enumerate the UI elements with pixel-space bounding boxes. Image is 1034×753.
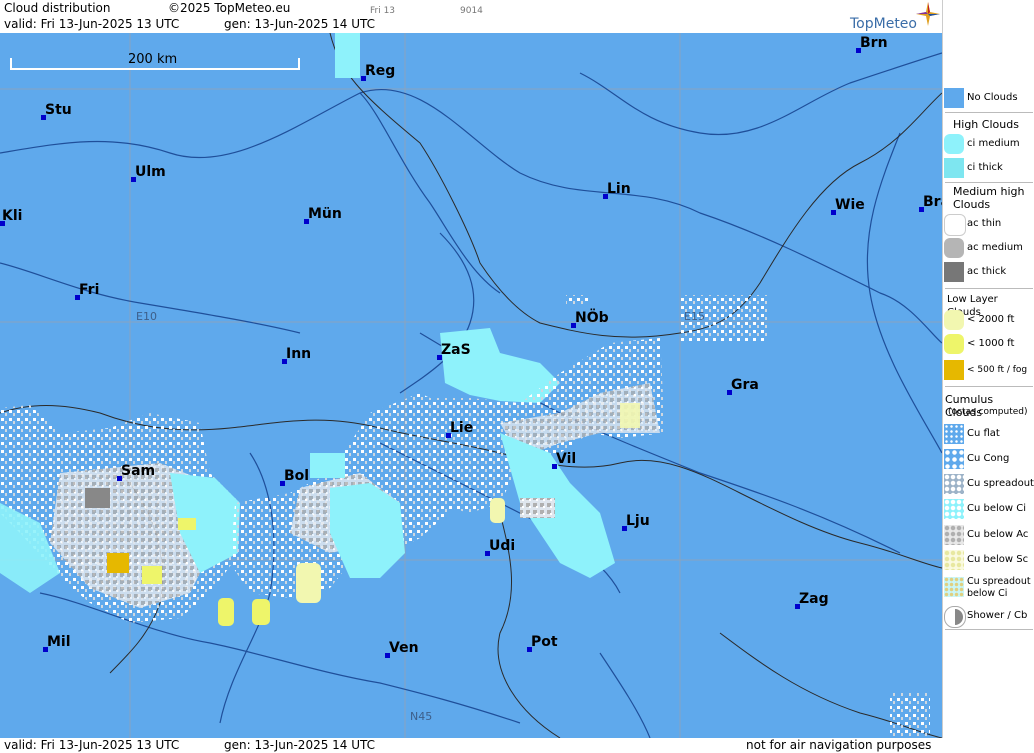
legend-ac-thick: ac thick <box>943 260 1034 284</box>
shower-cb-icon <box>944 606 966 628</box>
valid-time: valid: Fri 13-Jun-2025 13 UTC <box>4 17 180 31</box>
day-label: Fri 13 <box>370 6 396 16</box>
legend-ci-medium: ci medium <box>943 132 1034 156</box>
legend-mid-head: Medium high Clouds <box>953 185 1025 211</box>
fog-patch <box>107 553 129 573</box>
legend-cu-flat: Cu flat <box>943 422 1034 446</box>
footer-disclaimer: not for air navigation purposes <box>746 738 932 752</box>
header-bar: Cloud distribution ©2025 TopMeteo.eu Fri… <box>0 0 942 33</box>
legend-low-1000: < 1000 ft <box>943 332 1034 356</box>
grid-label-e15: E15 <box>684 310 705 323</box>
map-title: Cloud distribution <box>4 1 111 15</box>
grid-label-n45: N45 <box>410 710 433 723</box>
footer-bar: valid: Fri 13-Jun-2025 13 UTC gen: 13-Ju… <box>0 738 1034 753</box>
legend-cu-cong: Cu Cong <box>943 447 1034 471</box>
map-graphics <box>0 33 942 738</box>
legend-divider <box>945 629 1033 630</box>
legend-low-2000: < 2000 ft <box>943 308 1034 332</box>
scale-label: 200 km <box>125 52 181 67</box>
legend-high-head: High Clouds <box>953 118 1019 131</box>
footer-valid: valid: Fri 13-Jun-2025 13 UTC <box>4 738 180 752</box>
legend-divider <box>945 112 1033 113</box>
legend-no-clouds: No Clouds <box>943 86 1034 110</box>
legend-divider <box>945 386 1033 387</box>
cloud-map[interactable]: 200 km E10 E15 N45 Brn Reg Stu Ulm Kli M… <box>0 33 942 738</box>
no-clouds-swatch <box>944 88 964 108</box>
grid-label-e10: E10 <box>136 310 157 323</box>
brand-logo-text: TopMeteo <box>850 16 917 32</box>
legend-ac-thin: ac thin <box>943 212 1034 236</box>
legend-cu-below-ci: Cu below Ci <box>943 497 1034 521</box>
code-label: 9014 <box>460 6 483 16</box>
legend-cu-spreadout: Cu spreadout <box>943 472 1034 496</box>
legend-panel: No Clouds High Clouds ci medium ci thick… <box>942 0 1034 738</box>
cloud-fields <box>0 33 930 738</box>
compass-logo-icon <box>916 2 940 26</box>
legend-cu-spread-ci: Cu spreadout below Ci <box>943 575 1034 605</box>
legend-low-500: < 500 ft / fog <box>943 358 1034 382</box>
legend-divider <box>945 182 1033 183</box>
legend-ci-thick: ci thick <box>943 156 1034 180</box>
legend-shower: Shower / Cb <box>943 604 1034 628</box>
legend-cu-below-ac: Cu below Ac <box>943 523 1034 547</box>
gen-time: gen: 13-Jun-2025 14 UTC <box>224 17 376 31</box>
legend-ac-medium: ac medium <box>943 236 1034 260</box>
copyright: ©2025 TopMeteo.eu <box>168 1 291 15</box>
footer-gen: gen: 13-Jun-2025 14 UTC <box>224 738 376 752</box>
legend-divider <box>945 288 1033 289</box>
legend-cu-below-sc: Cu below Sc <box>943 548 1034 572</box>
rivers <box>0 52 942 738</box>
legend-cu-sub: (octas computed) <box>948 407 1028 417</box>
